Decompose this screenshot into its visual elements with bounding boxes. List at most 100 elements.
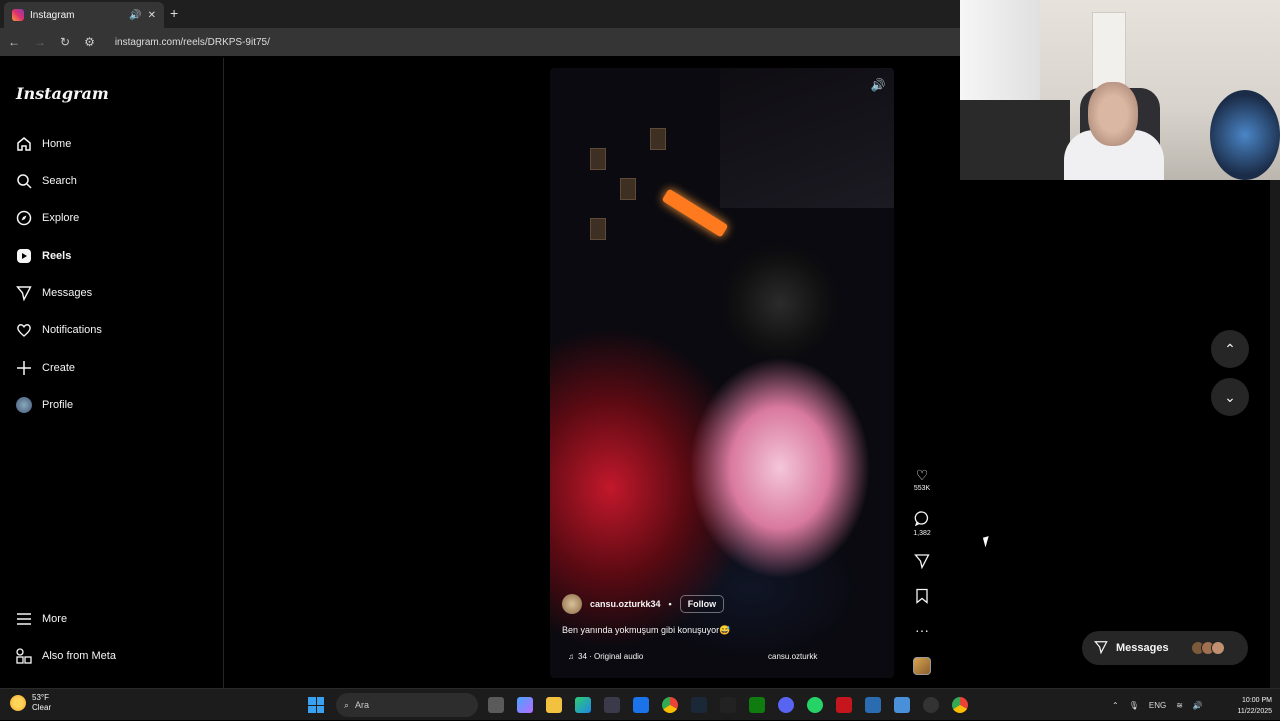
weather-temp: 53°F bbox=[32, 693, 49, 702]
plus-icon bbox=[16, 360, 32, 376]
new-tab-icon[interactable]: + bbox=[170, 5, 178, 21]
sidebar-item-label: Search bbox=[42, 175, 77, 187]
chevron-up-icon[interactable]: ⌃ bbox=[1112, 701, 1119, 710]
page-scrollbar[interactable] bbox=[1270, 180, 1280, 688]
weather-widget[interactable]: 53°F Clear bbox=[10, 693, 51, 713]
sidebar-item-also-from-meta[interactable]: Also from Meta bbox=[16, 646, 116, 666]
bookmark-icon[interactable] bbox=[906, 588, 938, 607]
send-icon[interactable] bbox=[906, 553, 938, 572]
instagram-logo[interactable]: Instagram bbox=[16, 84, 109, 103]
weather-sun-icon bbox=[10, 695, 26, 711]
sidebar-item-more[interactable]: More bbox=[16, 609, 67, 629]
sidebar-item-messages[interactable]: Messages bbox=[16, 283, 92, 303]
send-icon bbox=[16, 285, 32, 301]
browser-tab-bar: Instagram 🔊 ✕ + bbox=[0, 0, 960, 28]
sidebar-item-reels[interactable]: Reels bbox=[16, 246, 71, 266]
app-icon[interactable] bbox=[894, 697, 910, 713]
discord-icon[interactable] bbox=[778, 697, 794, 713]
tab-audio-icon[interactable]: 🔊 bbox=[129, 10, 141, 21]
xbox-icon[interactable] bbox=[749, 697, 765, 713]
app-icon[interactable] bbox=[865, 697, 881, 713]
reel-audio-row[interactable]: ♫ 34 · Original audio bbox=[568, 652, 643, 661]
comment-icon[interactable] bbox=[906, 510, 938, 529]
windows-logo-icon bbox=[316, 697, 324, 705]
dot-separator: • bbox=[668, 599, 672, 609]
wifi-icon[interactable]: ≋ bbox=[1176, 701, 1183, 710]
taskbar-search[interactable]: ⌕ Ara bbox=[336, 693, 478, 717]
cam-microphone bbox=[1210, 90, 1280, 180]
volume-icon[interactable]: 🔊 bbox=[1193, 701, 1203, 710]
sidebar-item-search[interactable]: Search bbox=[16, 171, 77, 191]
mouse-cursor bbox=[982, 534, 998, 548]
audio-username[interactable]: cansu.ozturkk bbox=[768, 652, 817, 661]
meta-icon bbox=[16, 648, 32, 664]
chrome-icon[interactable] bbox=[662, 697, 678, 713]
share-action[interactable] bbox=[906, 553, 938, 573]
copilot-icon[interactable] bbox=[517, 697, 533, 713]
clock-date: 11/22/2025 bbox=[1237, 708, 1272, 715]
comment-action[interactable]: 1,382 bbox=[906, 510, 938, 537]
sidebar-item-explore[interactable]: Explore bbox=[16, 208, 79, 228]
language-indicator[interactable]: ENG bbox=[1149, 701, 1166, 710]
edge-icon[interactable] bbox=[575, 697, 591, 713]
like-action[interactable]: ♡ 553K bbox=[906, 467, 938, 492]
sidebar-item-label: Also from Meta bbox=[42, 650, 116, 662]
mute-toggle-icon[interactable]: 🔊 bbox=[870, 78, 886, 94]
reels-icon bbox=[16, 248, 32, 264]
chevron-up-icon: ⌃ bbox=[1224, 340, 1236, 357]
comment-count: 1,382 bbox=[913, 530, 931, 537]
search-icon bbox=[16, 173, 32, 189]
back-icon[interactable]: ← bbox=[8, 35, 20, 49]
send-icon bbox=[1094, 640, 1108, 657]
task-view-icon[interactable] bbox=[488, 697, 504, 713]
chrome-active-icon[interactable] bbox=[952, 697, 968, 713]
steam-icon[interactable] bbox=[691, 697, 707, 713]
next-reel-button[interactable]: ⌄ bbox=[1211, 378, 1249, 416]
file-explorer-icon[interactable] bbox=[546, 697, 562, 713]
obs-icon[interactable] bbox=[923, 697, 939, 713]
browser-tab[interactable]: Instagram 🔊 ✕ bbox=[4, 2, 164, 28]
heart-icon bbox=[16, 322, 32, 338]
start-button[interactable] bbox=[308, 697, 324, 713]
app-icon[interactable] bbox=[836, 697, 852, 713]
sidebar-item-home[interactable]: Home bbox=[16, 134, 71, 154]
windows-logo-icon bbox=[308, 697, 316, 705]
follow-button[interactable]: Follow bbox=[679, 595, 725, 613]
audio-thumbnail[interactable] bbox=[913, 657, 931, 675]
author-username[interactable]: cansu.ozturkk34 bbox=[590, 599, 661, 609]
sidebar-item-label: Messages bbox=[42, 287, 93, 299]
messages-pill-button[interactable]: Messages bbox=[1082, 631, 1248, 665]
messages-label: Messages bbox=[1116, 642, 1169, 654]
more-options-action[interactable]: ··· bbox=[906, 622, 938, 639]
sidebar-item-label: Home bbox=[42, 138, 72, 150]
cam-desk bbox=[960, 100, 1070, 180]
more-dots-icon[interactable]: ··· bbox=[906, 622, 938, 638]
reel-caption[interactable]: Ben yanında yokmuşum gibi konuşuyor😅 bbox=[562, 625, 730, 636]
author-avatar[interactable] bbox=[562, 594, 582, 614]
close-tab-icon[interactable]: ✕ bbox=[148, 10, 156, 21]
reel-video[interactable] bbox=[550, 68, 894, 678]
sidebar-item-create[interactable]: Create bbox=[16, 358, 75, 378]
sidebar-item-label: Explore bbox=[42, 212, 80, 224]
forward-icon[interactable]: → bbox=[34, 35, 46, 49]
whatsapp-icon[interactable] bbox=[807, 697, 823, 713]
windows-logo-icon bbox=[316, 705, 324, 713]
epic-games-icon[interactable] bbox=[720, 697, 736, 713]
address-bar-row: ← → ↻ ⚙ instagram.com/reels/DRKPS-9it75/ bbox=[0, 28, 960, 56]
microphone-icon[interactable]: 🎙 bbox=[1129, 701, 1139, 710]
url-field[interactable]: instagram.com/reels/DRKPS-9it75/ bbox=[115, 37, 270, 48]
heart-icon[interactable]: ♡ bbox=[906, 467, 938, 484]
taskbar-clock[interactable]: 10:00 PM 11/22/2025 bbox=[1224, 695, 1272, 717]
reload-icon[interactable]: ↻ bbox=[60, 35, 70, 49]
home-icon bbox=[16, 136, 32, 152]
outlook-icon[interactable] bbox=[633, 697, 649, 713]
sidebar-item-notifications[interactable]: Notifications bbox=[16, 320, 102, 340]
site-info-icon[interactable]: ⚙ bbox=[84, 35, 95, 49]
previous-reel-button[interactable]: ⌃ bbox=[1211, 330, 1249, 368]
building-window bbox=[590, 148, 606, 170]
sidebar-item-label: Profile bbox=[42, 399, 74, 411]
save-action[interactable] bbox=[906, 588, 938, 608]
sidebar-item-profile[interactable]: Profile bbox=[16, 395, 73, 415]
reel-shop-sign bbox=[661, 188, 729, 238]
store-icon[interactable] bbox=[604, 697, 620, 713]
